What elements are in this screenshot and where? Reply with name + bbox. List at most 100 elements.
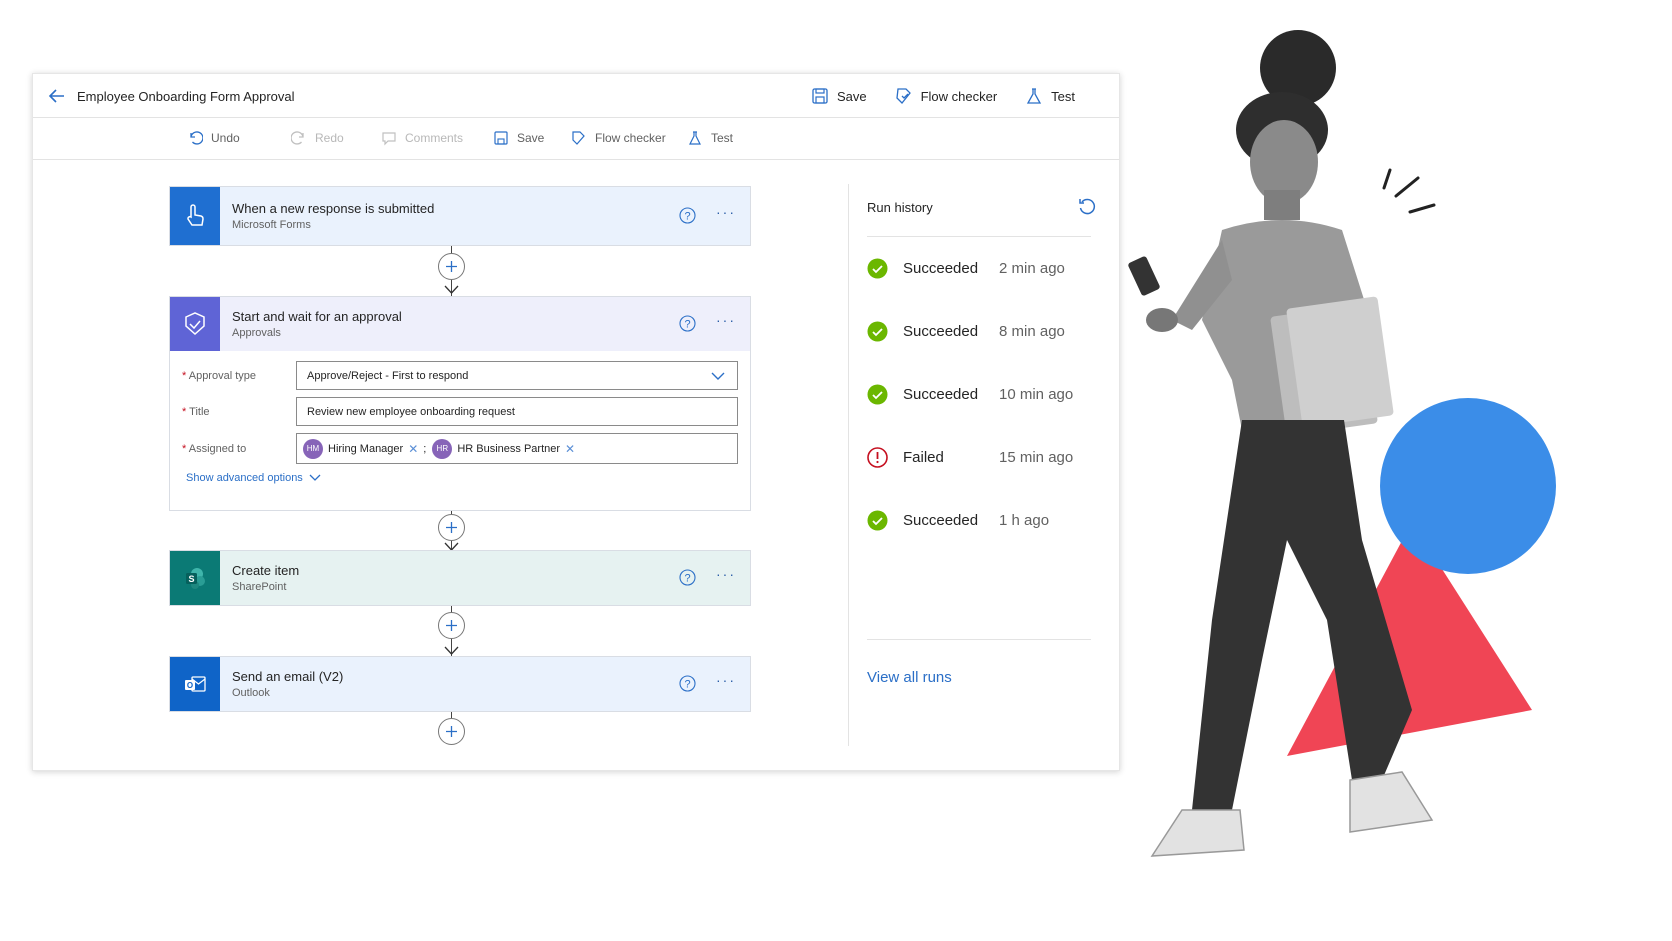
comments-button[interactable]: Comments [381, 130, 463, 146]
top-test-label: Test [1051, 88, 1075, 104]
redo-button[interactable]: Redo [291, 130, 344, 146]
help-icon[interactable]: ? [679, 315, 696, 332]
insert-step-button[interactable] [438, 718, 465, 745]
flask-icon [1027, 88, 1042, 104]
undo-label: Undo [211, 131, 240, 145]
more-options-icon[interactable]: ··· [716, 566, 736, 582]
show-advanced-options-link[interactable]: Show advanced options [186, 472, 738, 484]
step-card-outlook[interactable]: O Send an email (V2) Outlook ? ··· [169, 656, 751, 712]
test-button[interactable]: Test [687, 130, 733, 146]
flow-checker-button[interactable]: Flow checker [571, 130, 666, 146]
step-title: Create item [232, 563, 300, 578]
insert-step-button[interactable] [438, 612, 465, 639]
top-flow-checker-button[interactable]: Flow checker [895, 87, 998, 105]
assignee-token[interactable]: HR HR Business Partner ✕ [432, 438, 575, 459]
step-connector: Approvals [232, 327, 281, 339]
avatar: HR [432, 438, 453, 459]
chevron-down-icon [711, 372, 725, 380]
run-time: 2 min ago [999, 260, 1065, 277]
assignee-name: Hiring Manager [328, 442, 404, 455]
top-flow-checker-label: Flow checker [920, 88, 998, 104]
save-icon [494, 131, 508, 145]
step-header[interactable]: O Send an email (V2) Outlook ? ··· [170, 657, 750, 711]
flow-canvas: When a new response is submitted Microso… [33, 160, 848, 772]
approval-type-select[interactable]: Approve/Reject - First to respond [296, 361, 738, 390]
svg-text:?: ? [684, 319, 690, 331]
avatar: HM [303, 438, 323, 459]
top-save-button[interactable]: Save [811, 87, 867, 105]
approval-icon [185, 312, 205, 336]
approval-type-label: * Approval type [182, 369, 256, 382]
refresh-icon[interactable] [1077, 197, 1097, 217]
insert-step-button[interactable] [438, 253, 465, 280]
help-icon[interactable]: ? [679, 207, 696, 224]
undo-icon [190, 131, 203, 145]
success-check-icon [867, 384, 888, 405]
divider [867, 236, 1091, 237]
step-title: When a new response is submitted [232, 201, 435, 216]
step-header[interactable]: Start and wait for an approval Approvals… [170, 297, 750, 351]
step-connector: Outlook [232, 687, 270, 699]
flow-checker-label: Flow checker [595, 131, 666, 145]
save-button[interactable]: Save [493, 130, 544, 146]
success-check-icon [867, 510, 888, 531]
arrow-down-icon [444, 285, 459, 294]
step-header[interactable]: When a new response is submitted Microso… [170, 187, 750, 245]
remove-icon[interactable]: ✕ [565, 442, 575, 456]
title-label: * Title [182, 405, 210, 418]
run-item[interactable]: Succeeded 2 min ago [867, 258, 1065, 279]
top-actions: Save Flow checker Test [811, 87, 1075, 105]
blue-circle-shape [1380, 398, 1556, 574]
save-icon [812, 88, 828, 104]
arrow-down-icon [444, 646, 459, 655]
assignee-name: HR Business Partner [457, 442, 561, 455]
run-time: 8 min ago [999, 323, 1065, 340]
more-options-icon[interactable]: ··· [716, 672, 736, 688]
flow-title: Employee Onboarding Form Approval [77, 89, 295, 104]
title-value: Review new employee onboarding request [307, 405, 515, 418]
run-item[interactable]: Succeeded 10 min ago [867, 384, 1073, 405]
help-icon[interactable]: ? [679, 675, 696, 692]
top-bar: Employee Onboarding Form Approval Save F… [33, 74, 1119, 118]
redo-label: Redo [315, 131, 344, 145]
step-icon-tile: O [170, 657, 220, 711]
touch-icon [187, 204, 204, 226]
success-check-icon [867, 258, 888, 279]
step-icon-tile [170, 297, 220, 351]
flow-editor-window: Employee Onboarding Form Approval Save F… [32, 73, 1120, 771]
insert-step-button[interactable] [438, 514, 465, 541]
svg-text:S: S [188, 574, 194, 584]
run-status: Succeeded [903, 386, 979, 403]
approval-fields: * Approval type Approve/Reject - First t… [170, 351, 750, 498]
title-input[interactable]: Review new employee onboarding request [296, 397, 738, 426]
more-options-icon[interactable]: ··· [716, 312, 736, 328]
step-card-trigger[interactable]: When a new response is submitted Microso… [169, 186, 751, 246]
back-arrow-icon[interactable] [47, 86, 67, 106]
assigned-to-label: * Assigned to [182, 442, 247, 455]
assigned-to-input[interactable]: HM Hiring Manager ✕; HR HR Business Part… [296, 433, 738, 464]
save-label: Save [517, 131, 545, 145]
remove-icon[interactable]: ✕ [408, 442, 418, 456]
top-test-button[interactable]: Test [1025, 87, 1075, 105]
view-all-runs-link[interactable]: View all runs [867, 669, 952, 686]
run-item[interactable]: Succeeded 8 min ago [867, 321, 1065, 342]
step-card-approval[interactable]: Start and wait for an approval Approvals… [169, 296, 751, 511]
step-card-sharepoint[interactable]: S Create item SharePoint ? ··· [169, 550, 751, 606]
run-item[interactable]: Succeeded 1 h ago [867, 510, 1049, 531]
run-time: 10 min ago [999, 386, 1074, 403]
flow-checker-icon [895, 88, 911, 104]
step-header[interactable]: S Create item SharePoint ? ··· [170, 551, 750, 605]
run-item[interactable]: Failed 15 min ago [867, 447, 1073, 468]
assignee-token[interactable]: HM Hiring Manager ✕; [303, 438, 426, 459]
test-label: Test [711, 131, 734, 145]
help-icon[interactable]: ? [679, 569, 696, 586]
divider [867, 639, 1091, 640]
run-history-title: Run history [867, 200, 933, 215]
more-options-icon[interactable]: ··· [716, 204, 736, 220]
flow-checker-icon [572, 131, 585, 145]
run-status: Succeeded [903, 260, 979, 277]
step-title: Send an email (V2) [232, 669, 344, 684]
success-check-icon [867, 321, 888, 342]
run-time: 1 h ago [999, 512, 1050, 529]
undo-button[interactable]: Undo [187, 130, 240, 146]
